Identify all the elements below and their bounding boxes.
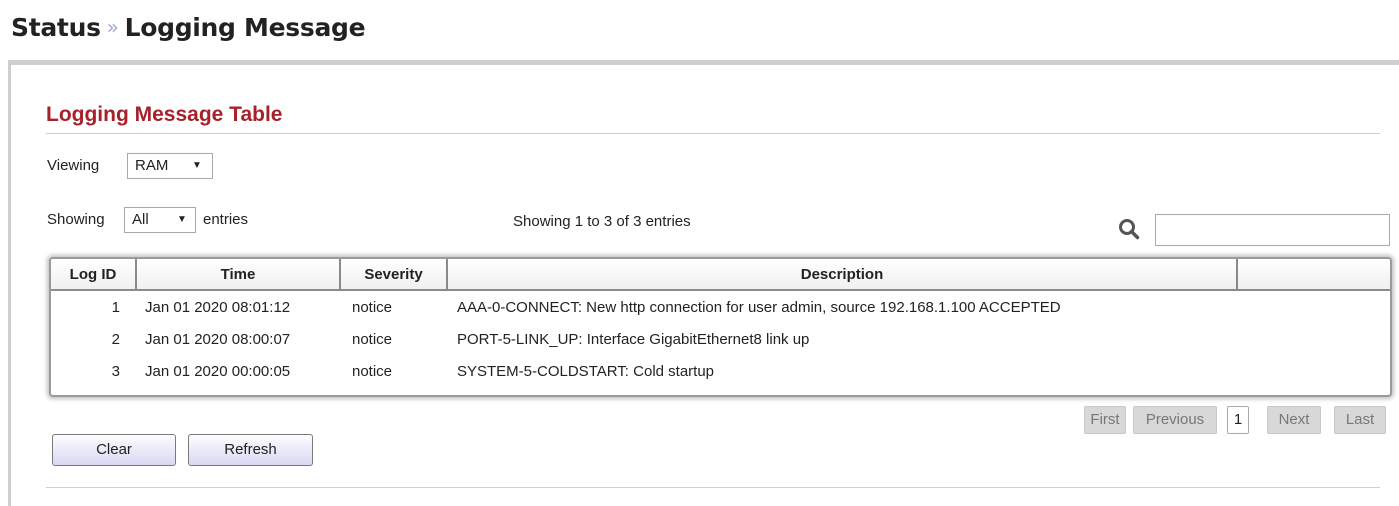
viewing-select-value: RAM — [135, 157, 169, 174]
cell-time: Jan 01 2020 00:00:05 — [145, 362, 291, 380]
entries-select-value: All — [132, 211, 149, 228]
refresh-button[interactable]: Refresh — [188, 434, 313, 466]
page: Status» Logging Message Logging Message T… — [0, 0, 1399, 506]
pagination-current-page[interactable]: 1 — [1227, 406, 1249, 434]
page-header: Status» Logging Message — [0, 0, 1399, 60]
viewing-label: Viewing — [47, 157, 100, 174]
pagination-first-button[interactable]: First — [1084, 406, 1126, 434]
bottom-divider — [46, 487, 1380, 488]
table-header-row: Log ID Time Severity Description — [51, 259, 1390, 291]
cell-description: SYSTEM-5-COLDSTART: Cold startup — [457, 362, 715, 380]
column-header-time[interactable]: Time — [136, 259, 341, 291]
cell-time: Jan 01 2020 08:01:12 — [145, 298, 291, 316]
viewing-select[interactable]: RAM ▼ — [127, 153, 213, 179]
table-info-text: Showing 1 to 3 of 3 entries — [513, 213, 691, 230]
section-title: Logging Message Table — [46, 103, 283, 126]
cell-log-id: 1 — [111, 298, 120, 316]
cell-severity: notice — [352, 298, 393, 316]
table-row[interactable]: 1 Jan 01 2020 08:01:12 notice AAA-0-CONN… — [51, 290, 1390, 323]
breadcrumb-parent: Status — [11, 13, 101, 42]
logging-table: Log ID Time Severity Description 1 Jan 0… — [49, 257, 1392, 397]
cell-description: PORT-5-LINK_UP: Interface GigabitEtherne… — [457, 330, 810, 348]
cell-severity: notice — [352, 362, 393, 380]
page-title: Status» Logging Message — [11, 13, 366, 42]
search-icon[interactable] — [1118, 218, 1140, 240]
column-header-log-id[interactable]: Log ID — [51, 259, 137, 291]
clear-button[interactable]: Clear — [52, 434, 176, 466]
breadcrumb-separator-icon: » — [106, 15, 119, 39]
left-divider — [8, 60, 11, 506]
dropdown-arrow-icon: ▼ — [192, 160, 202, 171]
table-row[interactable]: 2 Jan 01 2020 08:00:07 notice PORT-5-LIN… — [51, 323, 1390, 355]
pagination-previous-button[interactable]: Previous — [1133, 406, 1217, 434]
cell-log-id: 2 — [111, 330, 120, 348]
entries-per-page-select[interactable]: All ▼ — [124, 207, 196, 233]
cell-description: AAA-0-CONNECT: New http connection for u… — [457, 298, 1061, 316]
cell-time: Jan 01 2020 08:00:07 — [145, 330, 291, 348]
breadcrumb-current: Logging Message — [124, 13, 366, 42]
search-input[interactable] — [1155, 214, 1390, 246]
table-row[interactable]: 3 Jan 01 2020 00:00:05 notice SYSTEM-5-C… — [51, 355, 1390, 387]
dropdown-arrow-icon: ▼ — [177, 214, 187, 225]
cell-log-id: 3 — [111, 362, 120, 380]
header-divider — [10, 60, 1399, 65]
showing-label: Showing — [47, 211, 105, 228]
column-header-severity[interactable]: Severity — [340, 259, 448, 291]
pagination-last-button[interactable]: Last — [1334, 406, 1386, 434]
column-header-description[interactable]: Description — [447, 259, 1238, 291]
pagination-next-button[interactable]: Next — [1267, 406, 1321, 434]
section-divider — [46, 133, 1380, 134]
column-header-extra — [1237, 259, 1390, 291]
entries-label: entries — [203, 211, 249, 228]
cell-severity: notice — [352, 330, 393, 348]
